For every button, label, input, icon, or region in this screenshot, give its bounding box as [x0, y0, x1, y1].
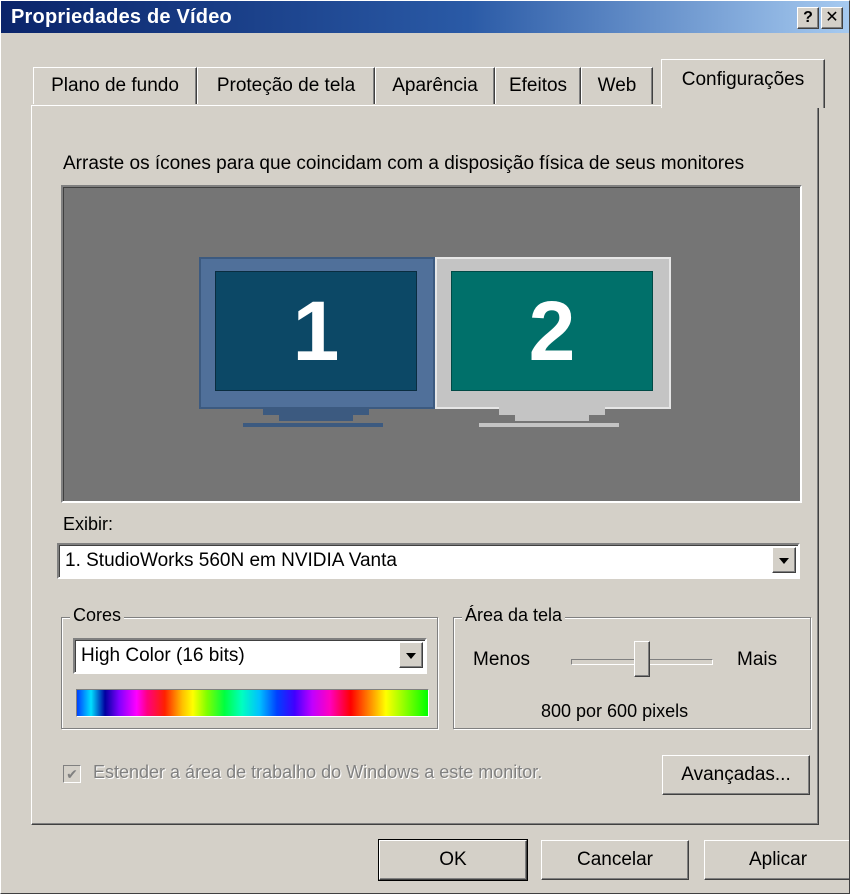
monitor-stand: [263, 407, 369, 415]
ok-button-label: OK: [439, 849, 467, 870]
tab-appearance[interactable]: Aparência: [375, 67, 495, 104]
display-label: Exibir:: [63, 514, 114, 534]
monitor-2-number: 2: [451, 271, 653, 391]
title-bar[interactable]: Propriedades de Vídeo ? ✕: [1, 1, 849, 33]
display-select[interactable]: 1. StudioWorks 560N em NVIDIA Vanta: [57, 543, 800, 579]
monitor-instruction: Arraste os ícones para que coincidam com…: [63, 153, 745, 174]
chevron-down-icon[interactable]: [772, 547, 796, 573]
colors-select[interactable]: High Color (16 bits): [73, 638, 427, 674]
tab-web[interactable]: Web: [581, 67, 653, 104]
extend-desktop-label: Estender a área de trabalho do Windows a…: [93, 762, 543, 782]
tab-effects[interactable]: Efeitos: [495, 67, 581, 104]
apply-button[interactable]: Aplicar: [704, 840, 849, 880]
tab-screensaver[interactable]: Proteção de tela: [197, 67, 375, 104]
help-icon: ?: [803, 9, 813, 26]
advanced-button-label: Avançadas...: [681, 764, 791, 785]
cancel-button[interactable]: Cancelar: [541, 840, 689, 880]
tab-strip: Plano de fundo Proteção de tela Aparênci…: [33, 59, 833, 109]
display-select-value: 1. StudioWorks 560N em NVIDIA Vanta: [65, 550, 397, 571]
monitor-stand-foot: [479, 423, 619, 427]
tab-background[interactable]: Plano de fundo: [33, 67, 197, 104]
screen-area-slider-thumb[interactable]: [634, 641, 650, 677]
apply-button-label: Aplicar: [748, 849, 808, 870]
chevron-down-icon[interactable]: [399, 642, 423, 668]
color-spectrum-bar: [76, 689, 429, 717]
screen-resolution-value: 800 por 600 pixels: [541, 701, 689, 721]
display-properties-window: Propriedades de Vídeo ? ✕ Plano de fundo…: [0, 0, 850, 894]
tab-settings[interactable]: Configurações: [661, 59, 825, 108]
advanced-button[interactable]: Avançadas...: [662, 755, 810, 795]
colors-select-value: High Color (16 bits): [81, 645, 245, 666]
close-icon: ✕: [825, 9, 839, 26]
more-label: Mais: [737, 649, 778, 670]
colors-group-title: Cores: [70, 605, 125, 626]
monitor-stand-neck: [279, 415, 353, 421]
monitor-stand-foot: [243, 423, 383, 427]
close-button[interactable]: ✕: [821, 7, 843, 29]
monitor-1-number: 1: [215, 271, 417, 391]
less-label: Menos: [473, 649, 531, 670]
monitor-stand: [499, 407, 605, 415]
ok-button[interactable]: OK: [378, 839, 528, 881]
monitor-arrangement-area: 1 2: [61, 185, 802, 503]
window-title: Propriedades de Vídeo: [11, 6, 232, 28]
extend-desktop-checkbox[interactable]: ✔: [63, 765, 81, 783]
cancel-button-label: Cancelar: [576, 849, 654, 870]
help-button[interactable]: ?: [797, 7, 819, 29]
screen-area-group-title: Área da tela: [462, 605, 566, 626]
monitor-stand-neck: [515, 415, 589, 421]
